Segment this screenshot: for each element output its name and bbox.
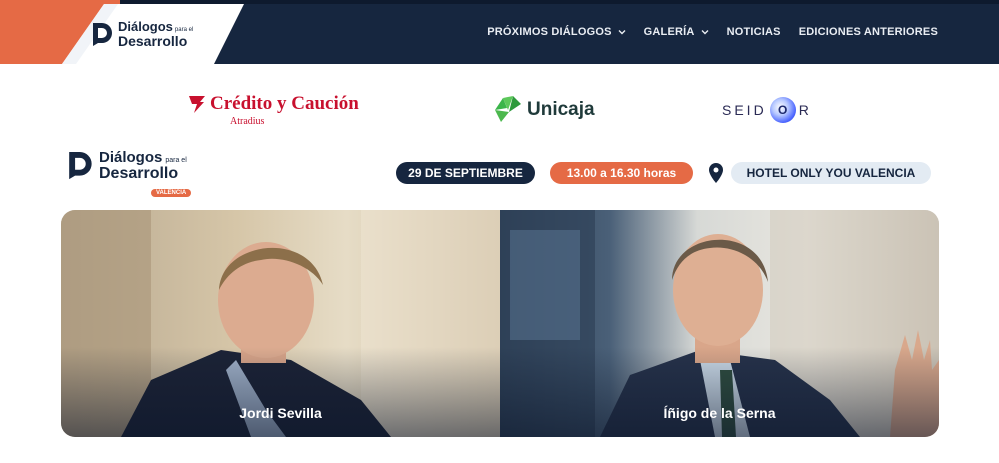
main-nav: PRÓXIMOS DIÁLOGOS GALERÍA NOTICIAS EDICI… [487, 0, 938, 64]
site-logo[interactable]: Diálogos para el Desarrollo [92, 20, 193, 48]
chevron-down-icon [618, 30, 626, 35]
sponsor-unicaja[interactable]: Unicaja [493, 90, 595, 130]
speaker-card-inigo-de-la-serna[interactable]: Íñigo de la Serna [500, 210, 939, 437]
site-header: Diálogos para el Desarrollo PRÓXIMOS DIÁL… [0, 0, 999, 64]
nav-label: GALERÍA [643, 26, 695, 38]
event-city-badge: VALENCIA [151, 189, 192, 197]
sponsor-name: Unicaja [527, 99, 595, 120]
sponsor-subname: Atradius [230, 115, 265, 127]
seidor-text-prefix: SEID [722, 102, 767, 118]
speaker-card-jordi-sevilla[interactable]: Jordi Sevilla [61, 210, 500, 437]
site-logo-text: Diálogos para el Desarrollo [118, 20, 193, 48]
logo-line1: Diálogos [118, 19, 173, 34]
nav-label: EDICIONES ANTERIORES [798, 26, 938, 38]
event-logo-line2: Desarrollo [99, 165, 179, 182]
event-time-pill: 13.00 a 16.30 horas [550, 162, 693, 184]
nav-item-galeria[interactable]: GALERÍA [644, 26, 709, 38]
logo-d-icon [69, 152, 92, 180]
nav-label: NOTICIAS [726, 26, 781, 38]
photo-gradient-overlay [500, 347, 939, 437]
seidor-orb-icon: O [769, 97, 796, 123]
event-date-pill: 29 DE SEPTIEMBRE [396, 162, 535, 184]
nav-item-ediciones-anteriores[interactable]: EDICIONES ANTERIORES [799, 26, 938, 38]
sponsor-seidor[interactable]: SEID O R [722, 90, 812, 130]
speaker-name: Jordi Sevilla [239, 405, 322, 421]
credito-caucion-logo-icon [189, 95, 205, 113]
event-logo-line1: Diálogos [99, 149, 163, 166]
sponsor-name: Crédito y Caución [210, 92, 359, 114]
event-venue-pill: HOTEL ONLY YOU VALENCIA [731, 162, 931, 184]
logo-line2: Desarrollo [118, 33, 188, 49]
seidor-text-suffix: R [798, 102, 812, 118]
photo-gradient-overlay [61, 347, 500, 437]
unicaja-leaf-icon [495, 96, 521, 122]
event-logo-line1-small: para el [165, 157, 187, 164]
sponsor-credito-y-caucion[interactable]: Crédito y Caución Atradius [188, 90, 359, 130]
location-pin-icon [709, 163, 723, 183]
nav-item-noticias[interactable]: NOTICIAS [727, 26, 781, 38]
speaker-name: Íñigo de la Serna [663, 405, 776, 421]
logo-d-icon [93, 23, 112, 46]
nav-label: PRÓXIMOS DIÁLOGOS [487, 26, 612, 38]
speakers-banner: Jordi Sevilla Íñigo de la Serna [61, 210, 939, 437]
event-logo: Diálogos para el Desarrollo VALENCIA [68, 149, 192, 198]
nav-item-proximos-dialogos[interactable]: PRÓXIMOS DIÁLOGOS [487, 26, 626, 38]
chevron-down-icon [701, 30, 709, 35]
